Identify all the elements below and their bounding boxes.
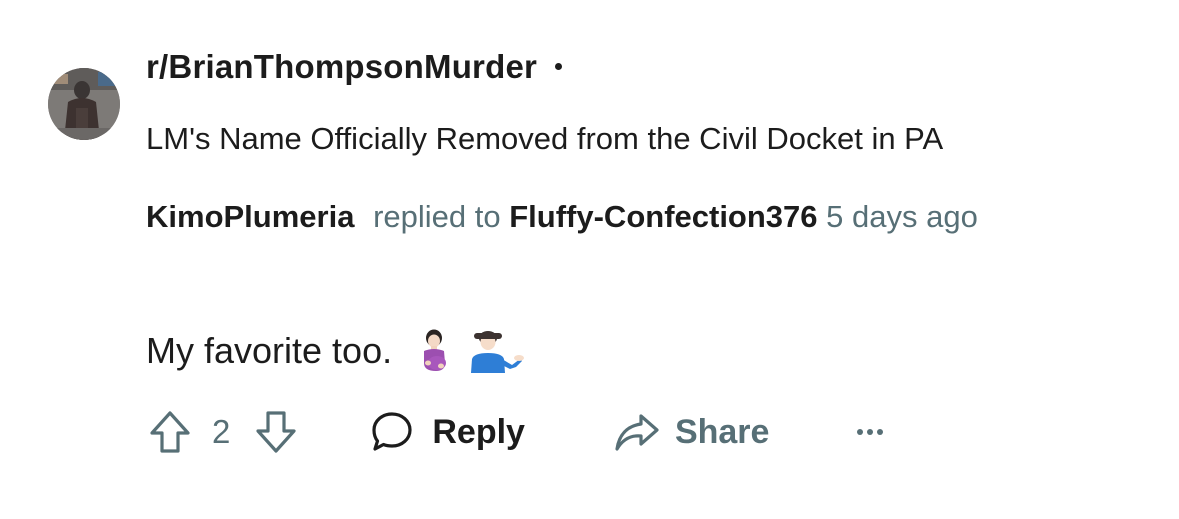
reply-target-user[interactable]: Fluffy-Confection376	[509, 199, 817, 234]
reply-phrase: replied to	[373, 199, 501, 234]
comment-text: My favorite too.	[146, 330, 393, 371]
man-tipping-hand-emoji	[468, 329, 526, 373]
comment-body: My favorite too.	[146, 329, 526, 373]
comment-icon	[372, 412, 412, 451]
comment-card: r/BrianThompsonMurder LM's Name Official…	[0, 0, 1179, 519]
vote-score: 2	[212, 413, 231, 450]
comment-author[interactable]: KimoPlumeria	[146, 199, 354, 234]
subreddit-link[interactable]: r/BrianThompsonMurder	[146, 48, 563, 86]
separator-dot	[555, 62, 563, 70]
share-label: Share	[674, 412, 770, 451]
pregnant-woman-emoji	[414, 329, 454, 373]
share-icon	[615, 414, 659, 451]
post-title[interactable]: LM's Name Officially Removed from the Ci…	[146, 121, 943, 157]
subreddit-name[interactable]: r/BrianThompsonMurder	[146, 48, 537, 85]
reply-label: Reply	[432, 412, 525, 451]
comment-actions: 2 Reply Share	[146, 406, 887, 458]
downvote-icon	[256, 411, 296, 453]
subreddit-avatar[interactable]	[48, 68, 120, 140]
downvote-button[interactable]	[252, 406, 300, 458]
more-options-button[interactable]	[857, 406, 887, 458]
upvote-button[interactable]	[146, 406, 194, 458]
comment-timestamp: 5 days ago	[826, 199, 978, 234]
upvote-icon	[150, 411, 190, 453]
share-button[interactable]: Share	[613, 410, 770, 454]
avatar-image	[48, 68, 120, 140]
reply-button[interactable]: Reply	[370, 410, 525, 454]
more-icon	[857, 429, 887, 435]
comment-meta: KimoPlumeria replied to Fluffy-Confectio…	[146, 193, 1136, 241]
